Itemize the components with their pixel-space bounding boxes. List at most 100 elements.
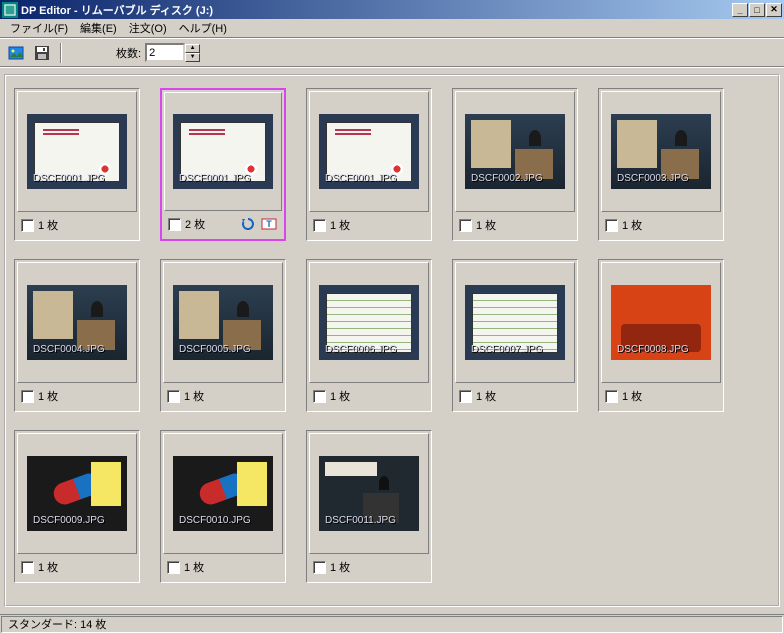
thumbnail-image[interactable]: DSCF0001.JPG [319,114,419,189]
count-input[interactable] [145,43,185,62]
thumbnail-cell[interactable]: DSCF0007.JPG 1 枚 [452,259,578,412]
thumbnail-meta: 2 枚T [164,211,282,237]
thumbnail-meta: 1 枚 [455,383,575,409]
thumbnail-cell[interactable]: DSCF0001.JPG 1 枚 [306,88,432,241]
thumbnail-filename: DSCF0003.JPG [615,172,707,185]
thumbnail-image[interactable]: DSCF0002.JPG [465,114,565,189]
count-label: 枚数: [116,45,141,61]
minimize-button[interactable]: _ [732,3,748,17]
thumbnail-cell[interactable]: DSCF0011.JPG 1 枚 [306,430,432,583]
thumbnail-image[interactable]: DSCF0010.JPG [173,456,273,531]
rotate-icon[interactable] [239,215,257,233]
thumbnail-meta: 1 枚 [163,554,283,580]
maximize-button[interactable]: □ [749,3,765,17]
thumbnail-meta: 1 枚 [17,554,137,580]
view-image-button[interactable] [4,42,28,64]
thumbnail-checkbox[interactable] [605,390,618,403]
thumbnail-checkbox[interactable] [21,219,34,232]
thumbnail-checkbox[interactable] [21,561,34,574]
text-overlay-icon[interactable]: T [260,215,278,233]
thumbnail-filename: DSCF0004.JPG [31,343,123,356]
thumbnail-cell[interactable]: DSCF0002.JPG 1 枚 [452,88,578,241]
thumbnail-image[interactable]: DSCF0007.JPG [465,285,565,360]
thumbnail-image[interactable]: DSCF0011.JPG [319,456,419,531]
thumbnail-filename: DSCF0005.JPG [177,343,269,356]
floppy-icon [34,45,50,61]
thumbnail-checkbox[interactable] [313,390,326,403]
thumbnail-cell[interactable]: DSCF0001.JPG 1 枚 [14,88,140,241]
thumbnail-cell[interactable]: DSCF0008.JPG 1 枚 [598,259,724,412]
thumbnail-checkbox[interactable] [21,390,34,403]
thumbnail-count: 1 枚 [184,559,204,575]
thumbnail-image[interactable]: DSCF0009.JPG [27,456,127,531]
thumbnail-cell[interactable]: DSCF0010.JPG 1 枚 [160,430,286,583]
thumbnail-meta: 1 枚 [309,554,429,580]
menu-bar: ファイル(F) 編集(E) 注文(O) ヘルプ(H) [0,19,784,38]
status-bar: スタンダード: 14 枚 [0,614,784,633]
thumbnail-frame: DSCF0001.JPG1 枚DSCF0001.JPG2 枚TDSCF0001.… [4,74,780,607]
thumbnail-meta: 1 枚 [17,383,137,409]
thumbnail-checkbox[interactable] [168,218,181,231]
thumbnail-count: 1 枚 [622,217,642,233]
thumbnail-image-wrap: DSCF0005.JPG [163,262,283,383]
thumbnail-cell[interactable]: DSCF0009.JPG 1 枚 [14,430,140,583]
thumbnail-count: 1 枚 [38,217,58,233]
thumbnail-image[interactable]: DSCF0001.JPG [173,114,273,189]
thumbnail-meta: 1 枚 [163,383,283,409]
thumbnail-image-wrap: DSCF0002.JPG [455,91,575,212]
thumbnail-image[interactable]: DSCF0001.JPG [27,114,127,189]
spinner-down[interactable]: ▼ [185,53,200,62]
spinner-up[interactable]: ▲ [185,44,200,53]
menu-edit[interactable]: 編集(E) [74,18,123,38]
thumbnail-image-wrap: DSCF0009.JPG [17,433,137,554]
thumbnail-cell[interactable]: DSCF0003.JPG 1 枚 [598,88,724,241]
thumbnail-count: 1 枚 [476,388,496,404]
menu-help[interactable]: ヘルプ(H) [173,18,233,38]
thumbnail-cell[interactable]: DSCF0001.JPG 2 枚T [160,88,286,241]
thumbnail-meta: 1 枚 [455,212,575,238]
thumbnail-filename: DSCF0010.JPG [177,514,269,527]
thumbnail-meta: 1 枚 [309,212,429,238]
thumbnail-filename: DSCF0008.JPG [615,343,707,356]
app-icon [2,2,18,18]
thumbnail-cell[interactable]: DSCF0006.JPG 1 枚 [306,259,432,412]
thumbnail-checkbox[interactable] [167,561,180,574]
thumbnail-count: 1 枚 [38,388,58,404]
close-button[interactable]: ✕ [766,3,782,17]
thumbnail-checkbox[interactable] [459,219,472,232]
thumbnail-filename: DSCF0009.JPG [31,514,123,527]
thumbnail-grid: DSCF0001.JPG1 枚DSCF0001.JPG2 枚TDSCF0001.… [14,88,770,583]
thumbnail-meta: 1 枚 [601,212,721,238]
thumbnail-image[interactable]: DSCF0005.JPG [173,285,273,360]
thumbnail-image[interactable]: DSCF0008.JPG [611,285,711,360]
thumbnail-checkbox[interactable] [459,390,472,403]
toolbar-separator [60,43,62,63]
thumbnail-image[interactable]: DSCF0003.JPG [611,114,711,189]
thumbnail-image[interactable]: DSCF0006.JPG [319,285,419,360]
thumbnail-filename: DSCF0001.JPG [31,172,123,185]
thumbnail-image[interactable]: DSCF0004.JPG [27,285,127,360]
thumbnail-meta: 1 枚 [309,383,429,409]
thumbnail-filename: DSCF0001.JPG [323,172,415,185]
thumbnail-image-wrap: DSCF0011.JPG [309,433,429,554]
thumbnail-cell[interactable]: DSCF0005.JPG 1 枚 [160,259,286,412]
thumbnail-filename: DSCF0007.JPG [469,343,561,356]
thumbnail-count: 1 枚 [476,217,496,233]
thumbnail-checkbox[interactable] [313,219,326,232]
content-area: DSCF0001.JPG1 枚DSCF0001.JPG2 枚TDSCF0001.… [0,67,784,614]
thumbnail-filename: DSCF0011.JPG [323,514,415,527]
count-spinner[interactable]: ▲ ▼ [145,43,200,62]
menu-order[interactable]: 注文(O) [123,18,173,38]
save-button[interactable] [30,42,54,64]
thumbnail-checkbox[interactable] [167,390,180,403]
window-buttons: _ □ ✕ [732,3,782,17]
thumbnail-filename: DSCF0002.JPG [469,172,561,185]
thumbnail-checkbox[interactable] [313,561,326,574]
thumbnail-cell[interactable]: DSCF0004.JPG 1 枚 [14,259,140,412]
menu-file[interactable]: ファイル(F) [4,18,74,38]
toolbar: 枚数: ▲ ▼ [0,38,784,67]
thumbnail-meta: 1 枚 [601,383,721,409]
thumbnail-image-wrap: DSCF0007.JPG [455,262,575,383]
thumbnail-count: 1 枚 [622,388,642,404]
thumbnail-checkbox[interactable] [605,219,618,232]
